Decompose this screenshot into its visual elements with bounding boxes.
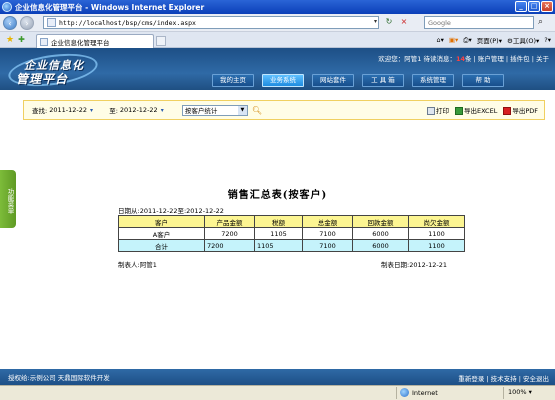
column-header: 客户 bbox=[118, 215, 205, 228]
tab-bar: ★ ✚ 企业信息化管理平台 ⌂▾ ▣▾ ⎙▾ 页面(P)▾ ⚙工具(O)▾ ?▾ bbox=[0, 32, 555, 48]
nav-tab-home[interactable]: 我的主页 bbox=[212, 74, 254, 87]
report-date-range: 日期从:2011-12-22至:2012-12-22 bbox=[118, 207, 224, 215]
report-make-date: 制表日期:2012-12-21 bbox=[381, 261, 447, 269]
table-cell: 合计 bbox=[118, 239, 205, 252]
nav-tab-website[interactable]: 网站套件 bbox=[312, 74, 354, 87]
search-icon[interactable]: 🔍︎ bbox=[252, 106, 262, 115]
close-button[interactable]: × bbox=[541, 1, 553, 12]
query-toolbar: 查找: 2011-12-22 ▾ 至: 2012-12-22 ▾ 按客户统计 ▼ 🔍︎… bbox=[23, 100, 545, 120]
table-row: A客户 7200 1105 7100 6000 1100 bbox=[118, 227, 465, 240]
excel-icon bbox=[454, 107, 463, 115]
nav-tab-system[interactable]: 系统管理 bbox=[412, 74, 454, 87]
chevron-down-icon[interactable]: ▼ bbox=[237, 105, 247, 115]
export-pdf-button[interactable]: 导出PDF bbox=[503, 105, 538, 115]
report-actions: 打印 导出EXCEL 导出PDF bbox=[426, 105, 538, 115]
report-title: 销售汇总表(按客户) bbox=[227, 190, 328, 201]
address-bar[interactable]: http://localhost/bsp/cms/index.aspx ▾ bbox=[43, 16, 379, 29]
print-icon[interactable]: ⎙▾ bbox=[463, 36, 471, 45]
page-icon bbox=[40, 37, 48, 46]
forward-button[interactable]: › bbox=[20, 15, 34, 30]
search-icon[interactable]: ⌕ bbox=[538, 17, 550, 29]
column-header: 回款金额 bbox=[352, 215, 409, 228]
from-date-picker[interactable]: 2011-12-22 ▾ bbox=[49, 104, 105, 116]
printer-icon bbox=[426, 107, 435, 115]
window-title-bar[interactable]: 企业信息化管理平台 - Windows Internet Explorer _ … bbox=[0, 0, 555, 14]
table-cell: 1100 bbox=[408, 239, 465, 252]
minimize-button[interactable]: _ bbox=[515, 1, 527, 12]
table-cell: 1100 bbox=[408, 227, 465, 240]
ie-icon bbox=[2, 2, 12, 12]
license-text: 授权给:示例公司 天鼎国际软件开发 bbox=[8, 374, 110, 382]
feeds-icon[interactable]: ▣▾ bbox=[449, 36, 458, 44]
unread-count[interactable]: 14 bbox=[456, 55, 465, 63]
print-button[interactable]: 打印 bbox=[426, 105, 449, 115]
status-bar: Internet 100% ▾ bbox=[0, 385, 555, 400]
table-cell: 7200 bbox=[204, 227, 255, 240]
welcome-text: 欢迎您：阿管1 待读消息：14条 | 账户管理 | 插件包 | 关于 bbox=[378, 55, 549, 63]
column-header: 尚欠金额 bbox=[408, 215, 465, 228]
table-cell: A客户 bbox=[118, 227, 205, 240]
table-cell: 6000 bbox=[352, 239, 409, 252]
url-text[interactable]: http://localhost/bsp/cms/index.aspx bbox=[59, 19, 196, 27]
nav-tab-help[interactable]: 帮 助 bbox=[462, 74, 504, 87]
window-title: 企业信息化管理平台 - Windows Internet Explorer bbox=[15, 2, 205, 12]
address-actions: ↻ × bbox=[383, 16, 410, 28]
maximize-button[interactable]: □ bbox=[528, 1, 540, 12]
table-cell: 6000 bbox=[352, 227, 409, 240]
chevron-down-icon[interactable]: ▾ bbox=[90, 107, 93, 114]
to-date-picker[interactable]: 2012-12-22 ▾ bbox=[120, 104, 176, 116]
report-table: 客户 产品金额 税额 总金额 回款金额 尚欠金额 A客户 7200 1105 7… bbox=[118, 215, 465, 252]
nav-tab-toolbox[interactable]: 工 具 箱 bbox=[362, 74, 404, 87]
from-label: 查找: bbox=[32, 107, 48, 115]
add-favorite-icon[interactable]: ✚ bbox=[18, 35, 25, 44]
stop-icon[interactable]: × bbox=[398, 16, 410, 28]
table-cell: 7100 bbox=[302, 239, 353, 252]
main-nav: 我的主页 业务系统 网站套件 工 具 箱 系统管理 帮 助 bbox=[212, 74, 504, 87]
table-cell: 7100 bbox=[302, 227, 353, 240]
table-cell: 1105 bbox=[254, 239, 303, 252]
to-label: 至: bbox=[109, 107, 118, 115]
column-header: 税额 bbox=[254, 215, 303, 228]
command-bar: ⌂▾ ▣▾ ⎙▾ 页面(P)▾ ⚙工具(O)▾ ?▾ bbox=[436, 35, 551, 46]
address-toolbar: ‹ › http://localhost/bsp/cms/index.aspx … bbox=[0, 14, 555, 32]
nav-tab-business[interactable]: 业务系统 bbox=[262, 74, 304, 87]
refresh-icon[interactable]: ↻ bbox=[383, 16, 395, 28]
security-zone[interactable]: Internet bbox=[400, 388, 438, 397]
column-header: 总金额 bbox=[302, 215, 353, 228]
help-menu[interactable]: ?▾ bbox=[544, 36, 551, 44]
app-logo: 企业信息化 管理平台 bbox=[6, 48, 100, 92]
page-menu[interactable]: 页面(P)▾ bbox=[477, 35, 502, 45]
favorites-star-icon[interactable]: ★ bbox=[6, 35, 14, 45]
back-button[interactable]: ‹ bbox=[3, 15, 17, 30]
zoom-level[interactable]: 100% ▾ bbox=[508, 388, 532, 396]
page-icon bbox=[47, 18, 56, 27]
footer-links[interactable]: 重新登录 | 技术支持 | 安全退出 bbox=[458, 373, 549, 383]
column-header: 产品金额 bbox=[204, 215, 255, 228]
globe-icon bbox=[400, 388, 409, 397]
home-icon[interactable]: ⌂▾ bbox=[436, 36, 443, 44]
table-cell: 7200 bbox=[204, 239, 255, 252]
table-cell: 1105 bbox=[254, 227, 303, 240]
chevron-down-icon[interactable]: ▾ bbox=[374, 18, 377, 25]
report-maker: 制表人:阿管1 bbox=[118, 261, 157, 269]
search-input[interactable] bbox=[428, 18, 518, 27]
chevron-down-icon[interactable]: ▾ bbox=[161, 107, 164, 114]
total-row: 合计 7200 1105 7100 6000 1100 bbox=[118, 239, 465, 252]
pdf-icon bbox=[503, 107, 512, 115]
report-type-select[interactable]: 按客户统计 ▼ bbox=[181, 104, 248, 116]
browser-tab[interactable]: 企业信息化管理平台 bbox=[36, 34, 154, 48]
search-box[interactable] bbox=[424, 16, 534, 29]
new-tab-button[interactable] bbox=[156, 36, 166, 46]
app-footer: 授权给:示例公司 天鼎国际软件开发 重新登录 | 技术支持 | 安全退出 bbox=[0, 369, 555, 385]
tab-title: 企业信息化管理平台 bbox=[51, 38, 110, 47]
window-controls: _ □ × bbox=[515, 1, 553, 12]
tools-menu[interactable]: ⚙工具(O)▾ bbox=[507, 35, 539, 45]
table-header-row: 客户 产品金额 税额 总金额 回款金额 尚欠金额 bbox=[118, 215, 465, 228]
export-excel-button[interactable]: 导出EXCEL bbox=[454, 105, 497, 115]
app-header: 企业信息化 管理平台 欢迎您：阿管1 待读消息：14条 | 账户管理 | 插件包… bbox=[0, 48, 555, 92]
